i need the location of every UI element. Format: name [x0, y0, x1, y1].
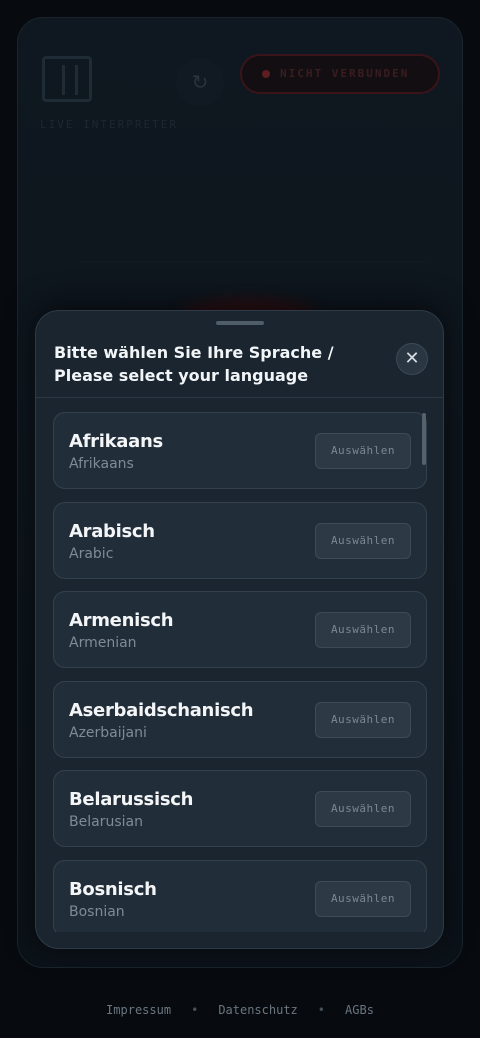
language-name: Aserbaidschanisch [69, 699, 254, 721]
divider [78, 261, 428, 262]
refresh-button[interactable]: ↻ [176, 58, 224, 106]
status-dot-icon [262, 70, 270, 78]
footer-link-datenschutz[interactable]: Datenschutz [218, 1003, 297, 1017]
close-icon: ✕ [404, 348, 420, 369]
language-item-afrikaans[interactable]: Afrikaans Afrikaans Auswählen [53, 412, 427, 489]
scrollbar-thumb[interactable] [422, 413, 426, 465]
connection-status-badge: NICHT VERBUNDEN [240, 54, 440, 94]
language-name: Arabisch [69, 520, 155, 542]
modal-divider [36, 397, 443, 398]
logo-icon [42, 56, 92, 102]
language-item-armenian[interactable]: Armenisch Armenian Auswählen [53, 591, 427, 668]
language-english-name: Arabic [69, 545, 114, 562]
language-list[interactable]: Afrikaans Afrikaans Auswählen Arabisch A… [53, 412, 427, 932]
footer: Impressum • Datenschutz • AGBs [0, 1003, 480, 1017]
footer-link-impressum[interactable]: Impressum [106, 1003, 171, 1017]
modal-title: Bitte wählen Sie Ihre Sprache / Please s… [54, 343, 334, 385]
language-name: Belarussisch [69, 789, 194, 810]
language-select-modal: Bitte wählen Sie Ihre Sprache / Please s… [35, 310, 444, 949]
language-english-name: Afrikaans [69, 456, 134, 472]
language-english-name: Belarusian [69, 814, 143, 830]
select-button[interactable]: Auswählen [315, 880, 411, 917]
select-button[interactable]: Auswählen [315, 612, 411, 648]
language-item-arabic[interactable]: Arabisch Arabic Auswählen [53, 501, 427, 579]
select-button[interactable]: Auswählen [315, 701, 411, 738]
language-name: Armenisch [69, 610, 174, 631]
language-item-bosnian[interactable]: Bosnisch Bosnian Auswählen [53, 859, 427, 932]
select-button[interactable]: Auswählen [315, 522, 411, 559]
select-button[interactable]: Auswählen [315, 791, 411, 827]
language-item-belarusian[interactable]: Belarussisch Belarusian Auswählen [53, 770, 427, 847]
close-button[interactable]: ✕ [396, 343, 428, 375]
language-name: Bosnisch [69, 878, 157, 900]
status-text: NICHT VERBUNDEN [280, 67, 410, 80]
footer-separator: • [317, 1003, 326, 1017]
language-english-name: Azerbaijani [69, 724, 147, 741]
language-english-name: Bosnian [69, 903, 125, 920]
language-item-azerbaijani[interactable]: Aserbaidschanisch Azerbaijani Auswählen [53, 680, 427, 758]
language-name: Afrikaans [69, 431, 163, 452]
select-button[interactable]: Auswählen [315, 433, 411, 469]
logo-text: LIVE INTERPRETER [40, 118, 178, 131]
refresh-icon: ↻ [191, 70, 209, 94]
drag-handle[interactable] [216, 321, 264, 325]
footer-link-agbs[interactable]: AGBs [345, 1003, 374, 1017]
footer-separator: • [191, 1003, 199, 1017]
language-english-name: Armenian [69, 635, 137, 651]
